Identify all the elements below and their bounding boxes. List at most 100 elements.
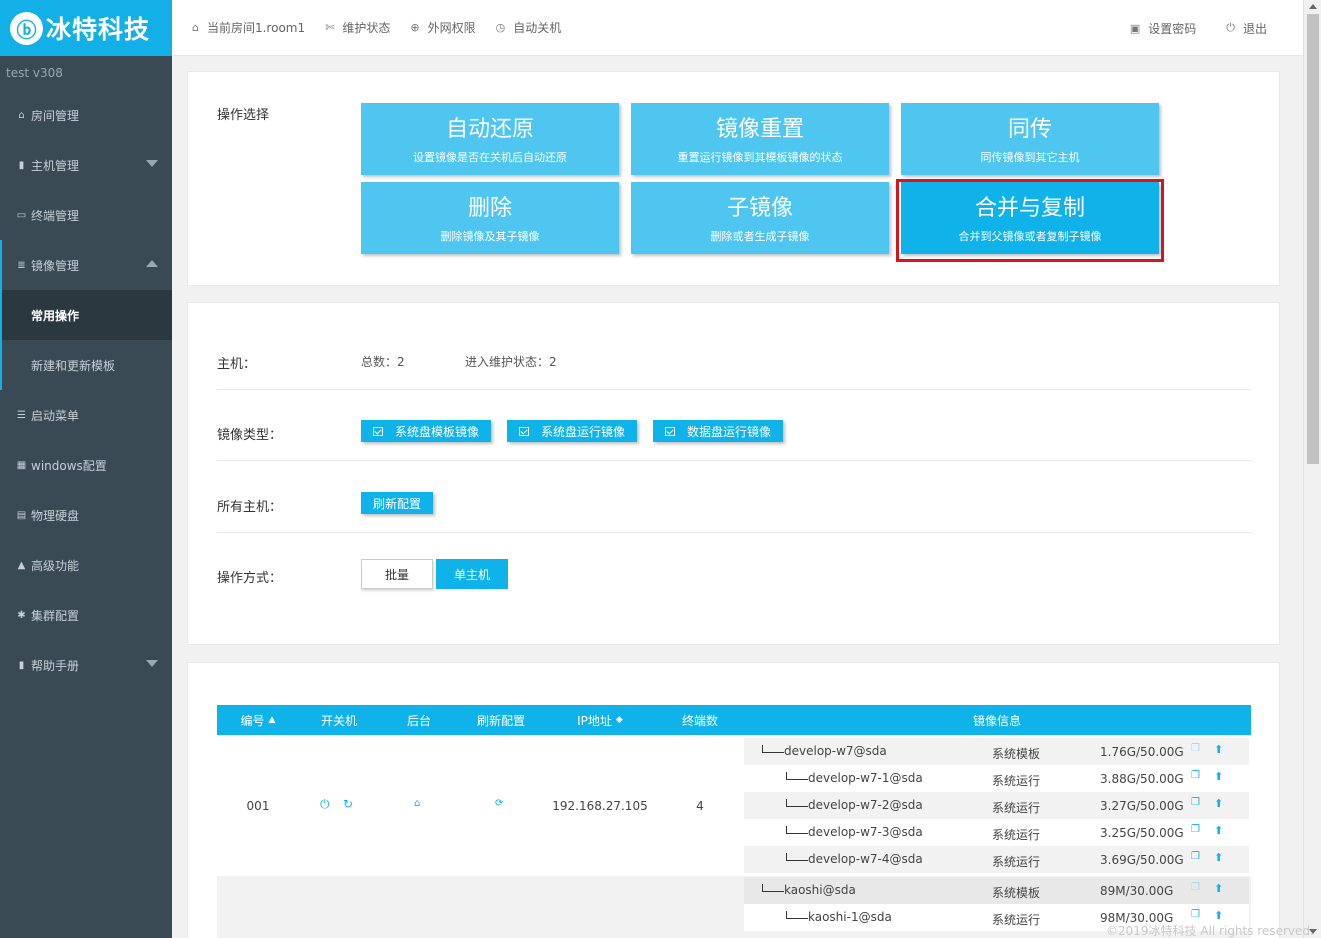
copy-icon[interactable]: ❐ — [1191, 743, 1200, 754]
logout-link[interactable]: ⏻ 退出 — [1226, 20, 1267, 37]
home-icon[interactable]: ⌂ — [414, 798, 420, 809]
sidebar-item-advanced[interactable]: ▲ 高级功能 — [0, 540, 172, 590]
sidebar-item-terminals[interactable]: ▭ 终端管理 — [0, 190, 172, 240]
checkbox-checked-icon — [664, 426, 675, 436]
power-icon: ⏻ — [1226, 21, 1235, 34]
op-desc: 同传镜像到其它主机 — [980, 151, 1080, 164]
upload-icon[interactable]: ⬆ — [1214, 824, 1223, 837]
current-room-link[interactable]: ⌂ 当前房间1.room1 — [192, 19, 305, 36]
sidebar-item-label: 镜像管理 — [31, 258, 80, 273]
copy-icon[interactable]: ❐ — [1191, 882, 1200, 893]
upload-icon[interactable]: ⬆ — [1214, 770, 1223, 783]
image-type-system-template[interactable]: 系统盘模板镜像 — [361, 420, 491, 442]
image-row[interactable]: develop-w7-1@sda 系统运行 3.88G/50.00G ❐ ⬆ — [744, 765, 1249, 792]
upload-icon[interactable]: ⬆ — [1214, 743, 1223, 756]
image-size: 3.69G/50.00G — [1100, 853, 1184, 867]
set-password-label: 设置密码 — [1148, 21, 1197, 36]
sidebar-item-boot-menu[interactable]: ☰ 启动菜单 — [0, 390, 172, 440]
image-name: kaoshi@sda — [784, 883, 856, 897]
wrench-icon: ✄ — [325, 21, 335, 34]
image-name: develop-w7-3@sda — [808, 825, 923, 839]
sync-transfer-button[interactable]: 同传 同传镜像到其它主机 — [901, 103, 1159, 175]
sidebar-item-hosts[interactable]: ▮ 主机管理 — [0, 140, 172, 190]
host-id: 001 — [246, 799, 270, 813]
image-reset-button[interactable]: 镜像重置 重置运行镜像到其模板镜像的状态 — [631, 103, 889, 175]
scroll-up-icon[interactable] — [1309, 4, 1317, 9]
delete-button[interactable]: 删除 删除镜像及其子镜像 — [361, 182, 619, 254]
image-size: 89M/30.00G — [1100, 884, 1174, 898]
refresh-config-button[interactable]: 刷新配置 — [361, 492, 433, 514]
sort-both-icon: ◆ — [615, 715, 623, 725]
set-password-link[interactable]: ▣ 设置密码 — [1130, 20, 1196, 37]
upload-icon[interactable]: ⬆ — [1214, 882, 1223, 895]
tree-branch-icon — [786, 911, 808, 919]
copy-icon[interactable]: ❐ — [1191, 824, 1200, 835]
copy-icon[interactable]: ❐ — [1191, 770, 1200, 781]
scroll-thumb[interactable] — [1307, 14, 1319, 464]
refresh-icon[interactable]: ⟳ — [495, 798, 503, 809]
upload-icon[interactable]: ⬆ — [1214, 797, 1223, 810]
op-desc: 删除镜像及其子镜像 — [440, 230, 540, 243]
op-desc: 设置镜像是否在关机后自动还原 — [413, 151, 567, 164]
op-title: 子镜像 — [726, 196, 793, 221]
op-desc: 删除或者生成子镜像 — [710, 230, 810, 243]
sidebar-item-label: 终端管理 — [31, 208, 80, 223]
divider — [217, 389, 1251, 390]
image-type-system-running[interactable]: 系统盘运行镜像 — [507, 420, 637, 442]
selection-highlight — [896, 179, 1164, 262]
topbar-right: ▣ 设置密码 ⏻ 退出 — [1100, 0, 1267, 56]
table-header: 编号 ▲ 开关机 后台 刷新配置 IP地址 ◆ 终端数 镜像信息 — [217, 705, 1251, 735]
copy-icon[interactable]: ❐ — [1191, 851, 1200, 862]
logout-label: 退出 — [1242, 21, 1267, 36]
database-icon: ≣ — [17, 259, 26, 271]
tree-branch-icon — [786, 826, 808, 834]
gear-icon: ✱ — [17, 609, 26, 621]
tree-branch-icon — [762, 745, 784, 753]
auto-shutdown-link[interactable]: ◷ 自动关机 — [496, 19, 562, 36]
child-image-button[interactable]: 子镜像 删除或者生成子镜像 — [631, 182, 889, 254]
restart-icon[interactable]: ↻ — [343, 797, 353, 811]
host-label: 主机： — [217, 357, 257, 372]
image-row[interactable]: kaoshi@sda 系统模板 89M/30.00G ❐ ⬆ — [744, 877, 1249, 904]
image-type-data-running[interactable]: 数据盘运行镜像 — [653, 420, 783, 442]
sidebar-item-disks[interactable]: ▤ 物理硬盘 — [0, 490, 172, 540]
image-type: 系统运行 — [992, 801, 1041, 815]
image-type: 系统模板 — [992, 886, 1041, 900]
image-type-label: 镜像类型： — [217, 428, 283, 443]
image-row[interactable]: develop-w7@sda 系统模板 1.76G/50.00G ❐ ⬆ — [744, 738, 1249, 765]
image-name: develop-w7-2@sda — [808, 798, 923, 812]
upload-icon[interactable]: ⬆ — [1214, 851, 1223, 864]
vertical-scrollbar[interactable] — [1303, 0, 1321, 938]
all-hosts-label: 所有主机： — [217, 500, 283, 515]
network-link[interactable]: ⊕ 外网权限 — [410, 19, 475, 36]
col-id-header[interactable]: 编号 ▲ — [217, 705, 299, 735]
image-row[interactable]: develop-w7-4@sda 系统运行 3.69G/50.00G ❐ ⬆ — [744, 846, 1249, 873]
op-title: 镜像重置 — [715, 117, 804, 142]
upload-icon[interactable]: ⬆ — [1214, 909, 1223, 922]
caret-down-icon — [146, 160, 158, 167]
sidebar-item-cluster[interactable]: ✱ 集群配置 — [0, 590, 172, 640]
sidebar-item-label: 高级功能 — [31, 558, 80, 573]
copy-icon[interactable]: ❐ — [1191, 797, 1200, 808]
host-maintenance-count: 进入维护状态：2 — [465, 355, 557, 369]
sidebar-item-images[interactable]: ≣ 镜像管理 — [0, 240, 172, 290]
power-icon[interactable]: ⏻ — [320, 797, 330, 812]
image-row[interactable]: develop-w7-2@sda 系统运行 3.27G/50.00G ❐ ⬆ — [744, 792, 1249, 819]
sidebar-subitem-common-ops[interactable]: 常用操作 — [0, 290, 172, 340]
sidebar-item-rooms[interactable]: ⌂ 房间管理 — [0, 90, 172, 140]
op-title: 同传 — [1007, 117, 1052, 142]
mode-batch-button[interactable]: 批量 — [361, 559, 433, 589]
sidebar-subitem-templates[interactable]: 新建和更新模板 — [0, 340, 172, 390]
op-title: 删除 — [467, 196, 512, 221]
mode-single-button[interactable]: 单主机 — [436, 559, 508, 589]
brand-logo[interactable]: ⓑ 冰特科技 — [0, 0, 172, 56]
copy-icon[interactable]: ❐ — [1191, 909, 1200, 920]
col-ip-header[interactable]: IP地址 ◆ — [543, 705, 657, 735]
sidebar-item-help[interactable]: ▮ 帮助手册 — [0, 640, 172, 690]
sidebar-item-windows[interactable]: ▦ windows配置 — [0, 440, 172, 490]
maintenance-link[interactable]: ✄ 维护状态 — [325, 19, 390, 36]
image-row[interactable]: develop-w7-3@sda 系统运行 3.25G/50.00G ❐ ⬆ — [744, 819, 1249, 846]
network-label: 外网权限 — [427, 21, 476, 35]
auto-restore-button[interactable]: 自动还原 设置镜像是否在关机后自动还原 — [361, 103, 619, 175]
col-images-header: 镜像信息 — [972, 713, 1021, 728]
